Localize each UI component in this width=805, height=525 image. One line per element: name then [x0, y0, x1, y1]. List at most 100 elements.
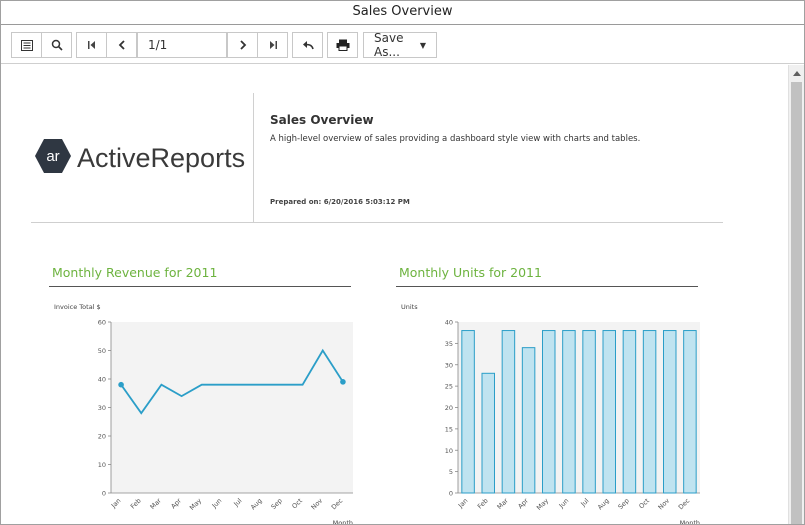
revenue-data-point	[340, 379, 346, 385]
y-tick-label: 5	[449, 468, 453, 476]
next-page-button[interactable]	[227, 32, 258, 58]
units-bar	[622, 330, 637, 494]
logo-wordmark: ActiveReports	[77, 143, 246, 173]
x-axis-label: Month	[333, 519, 353, 525]
units-bar	[662, 330, 677, 494]
units-bar	[602, 330, 617, 494]
previous-page-button[interactable]	[106, 32, 137, 58]
units-chart-rule	[396, 286, 698, 287]
x-tick-label: Jul	[232, 497, 244, 509]
toggle-sidebar-button[interactable]	[11, 32, 42, 58]
x-tick-label: Jun	[557, 497, 571, 511]
units-bar	[562, 330, 576, 494]
y-tick-label: 25	[445, 383, 453, 391]
window-title: Sales Overview	[1, 1, 804, 25]
search-icon	[51, 39, 63, 51]
header-divider	[31, 222, 723, 223]
y-tick-label: 20	[98, 433, 106, 441]
y-tick-label: 30	[445, 361, 453, 369]
printer-icon	[336, 39, 349, 51]
revenue-chart-title: Monthly Revenue for 2011	[52, 265, 218, 280]
logo-badge-text: ar	[46, 148, 59, 165]
y-tick-label: 10	[445, 447, 453, 455]
y-tick-label: 40	[98, 376, 106, 384]
units-bar	[501, 330, 516, 494]
units-bar	[481, 372, 496, 494]
last-page-button[interactable]	[257, 32, 288, 58]
list-icon	[20, 39, 33, 51]
logo-panel: ar ActiveReports	[31, 93, 254, 223]
y-tick-label: 0	[449, 490, 453, 498]
search-button[interactable]	[41, 32, 72, 58]
x-tick-label: Dec	[330, 496, 345, 511]
y-tick-label: 35	[445, 340, 453, 348]
viewer-toolbar: Save As... ▼	[1, 25, 804, 64]
activereports-logo-badge: ar	[35, 139, 71, 173]
x-tick-label: Jan	[109, 497, 122, 510]
y-axis-label: Units	[401, 303, 418, 311]
back-to-parent-button[interactable]	[292, 32, 323, 58]
first-page-icon	[87, 41, 95, 49]
x-tick-label: Dec	[677, 496, 692, 511]
x-tick-label: Feb	[476, 497, 490, 511]
last-page-icon	[269, 41, 277, 49]
y-tick-label: 60	[98, 319, 106, 327]
y-tick-label: 10	[98, 461, 106, 469]
first-page-button[interactable]	[76, 32, 107, 58]
y-tick-label: 15	[445, 425, 453, 433]
x-tick-label: Sep	[270, 497, 284, 511]
x-tick-label: Apr	[169, 497, 183, 511]
y-tick-label: 20	[445, 404, 453, 412]
x-tick-label: May	[188, 497, 203, 512]
units-bar	[541, 330, 556, 494]
y-tick-label: 50	[98, 347, 106, 355]
x-tick-label: Mar	[149, 497, 164, 512]
chevron-right-icon	[239, 40, 246, 50]
x-tick-label: Feb	[129, 497, 143, 511]
x-tick-label: Sep	[617, 497, 631, 511]
x-tick-label: Aug	[249, 497, 264, 512]
x-tick-label: Jun	[210, 497, 224, 511]
y-axis-label: Invoice Total $	[54, 303, 101, 311]
vertical-scrollbar[interactable]	[788, 65, 804, 524]
x-tick-label: May	[535, 497, 550, 512]
print-button[interactable]	[327, 32, 358, 58]
units-bar	[582, 330, 596, 494]
x-axis-label: Month	[680, 519, 700, 525]
report-page: ar ActiveReports Sales Overview A high-l…	[1, 65, 788, 525]
y-tick-label: 40	[445, 319, 453, 327]
revenue-data-point	[118, 381, 124, 388]
x-tick-label: Apr	[516, 497, 530, 511]
units-chart-title: Monthly Units for 2011	[399, 265, 542, 280]
revenue-line-chart: Invoice Total $ Month 0 10 20 30 40 50 60 Jan Feb M…	[54, 303, 353, 525]
units-bar	[642, 330, 657, 494]
save-as-label: Save As...	[374, 31, 404, 59]
x-tick-label: Jul	[579, 497, 591, 509]
x-tick-label: Aug	[596, 497, 611, 512]
units-bar	[521, 347, 536, 494]
x-tick-label: Mar	[496, 497, 511, 512]
units-bar-chart: Units Month 0 5 10 15 20 25 30 35 40 Jan Feb Mar Apr Ma…	[401, 303, 700, 525]
y-tick-label: 30	[98, 404, 106, 412]
save-as-dropdown[interactable]: Save As... ▼	[363, 31, 437, 59]
report-title: Sales Overview	[270, 113, 374, 127]
chevron-left-icon	[118, 40, 125, 50]
x-tick-label: Nov	[657, 497, 672, 512]
scrollbar-thumb[interactable]	[791, 82, 802, 524]
report-description: A high-level overview of sales providing…	[270, 134, 641, 144]
report-viewer-window: Sales Overview Save As... ▼	[0, 0, 805, 525]
units-bar	[461, 330, 475, 494]
x-tick-label: Oct	[637, 496, 651, 510]
revenue-chart-rule	[49, 286, 351, 287]
x-tick-label: Oct	[290, 496, 304, 510]
caret-down-icon: ▼	[419, 40, 426, 50]
prepared-on-text: Prepared on: 6/20/2016 5:03:12 PM	[270, 198, 410, 206]
units-bar	[683, 330, 697, 494]
x-tick-label: Nov	[310, 497, 325, 512]
y-tick-label: 0	[102, 490, 106, 498]
page-number-input[interactable]	[137, 32, 227, 58]
x-tick-label: Jan	[456, 497, 469, 510]
scroll-up-arrow-icon[interactable]	[789, 65, 804, 81]
plot-area	[111, 322, 353, 493]
undo-arrow-icon	[302, 41, 314, 50]
